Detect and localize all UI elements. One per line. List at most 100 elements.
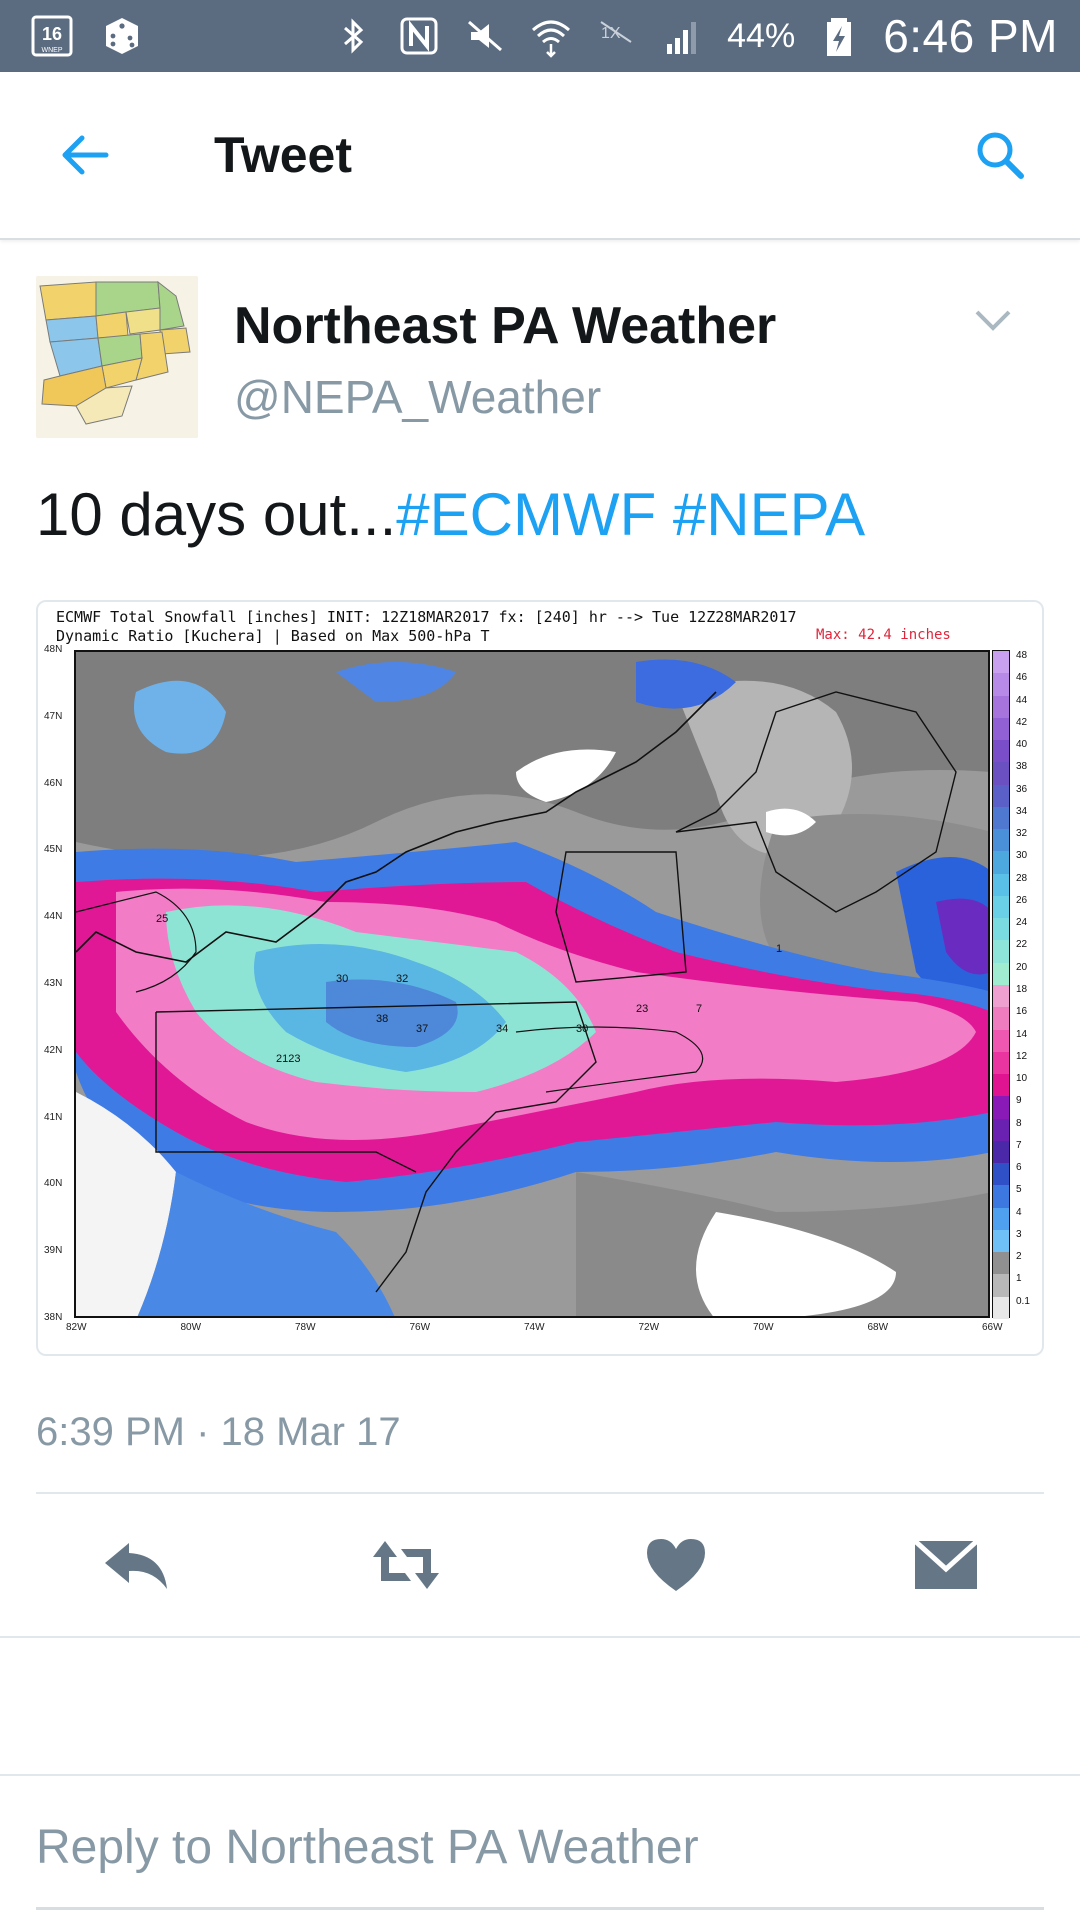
colorbar-label: 14	[1016, 1028, 1028, 1040]
longitude-label: 82W	[66, 1322, 87, 1333]
battery-icon	[817, 14, 861, 58]
nfc-icon	[397, 14, 441, 58]
colorbar-swatch	[993, 1096, 1009, 1120]
colorbar-label: 42	[1016, 716, 1028, 728]
svg-text:30: 30	[576, 1023, 588, 1035]
wnep-app-icon: 16 WNEP	[30, 14, 74, 58]
retweet-icon	[373, 1541, 439, 1589]
colorbar-swatch	[993, 918, 1009, 941]
colorbar-label: 48	[1016, 650, 1028, 661]
colorbar-label: 5	[1016, 1184, 1022, 1196]
colorbar-swatch	[993, 695, 1009, 719]
svg-text:32: 32	[396, 973, 408, 985]
longitude-label: 68W	[867, 1322, 889, 1333]
colorbar-label: 6	[1016, 1162, 1022, 1174]
svg-text:2123: 2123	[276, 1053, 300, 1065]
colorbar-label: 3	[1016, 1228, 1022, 1240]
colorbar-label: 24	[1016, 917, 1028, 929]
hashtag-nepa[interactable]: #NEPA	[673, 481, 865, 548]
colorbar-swatch	[993, 806, 1009, 830]
colorbar-label: 4	[1016, 1206, 1022, 1218]
heart-icon	[647, 1539, 705, 1591]
colorbar-swatch	[993, 829, 1009, 852]
map-max-label: Max: 42.4 inches	[816, 627, 951, 643]
colorbar-swatch	[993, 1051, 1009, 1075]
colorbar-label: 36	[1016, 783, 1028, 795]
colorbar-label: 28	[1016, 872, 1028, 884]
author-name[interactable]: Northeast PA Weather	[234, 296, 776, 356]
longitude-labels: 82W 80W 78W 76W 74W 72W 70W 68W 66W	[58, 1322, 1018, 1340]
colorbar-swatch	[993, 1296, 1009, 1320]
reply-input[interactable]: Reply to Northeast PA Weather	[36, 1820, 1044, 1910]
latitude-label: 45N	[44, 844, 63, 856]
colorbar-swatch	[993, 1229, 1009, 1253]
wifi-icon	[529, 14, 573, 58]
latitude-label: 42N	[44, 1044, 63, 1056]
dice-icon	[100, 14, 144, 58]
tweet-text-plain: 10 days out...	[36, 481, 397, 548]
colorbar-swatch	[993, 985, 1009, 1008]
longitude-label: 72W	[638, 1322, 660, 1333]
status-bar: 16 WNEP 1X 44% 6:46 PM	[0, 0, 1080, 72]
mute-icon	[463, 14, 507, 58]
latitude-label: 48N	[44, 644, 63, 655]
search-button[interactable]	[960, 115, 1040, 195]
like-button[interactable]	[636, 1530, 716, 1600]
colorbar-label: 0.1	[1016, 1295, 1030, 1307]
back-button[interactable]	[40, 110, 130, 200]
envelope-icon	[913, 1539, 979, 1589]
map-title: ECMWF Total Snowfall [inches] INIT: 12Z1…	[56, 608, 797, 646]
colorbar-swatch	[993, 940, 1009, 964]
colorbar-label: 26	[1016, 894, 1028, 906]
reply-button[interactable]	[96, 1530, 176, 1600]
latitude-label: 41N	[44, 1111, 63, 1123]
no-data-icon: 1X	[595, 14, 639, 58]
colorbar-label: 9	[1016, 1095, 1022, 1107]
tweet-timestamp: 6:39 PM · 18 Mar 17	[36, 1410, 401, 1454]
colorbar-swatch	[993, 651, 1009, 674]
colorbar-swatch	[993, 1163, 1009, 1186]
divider	[0, 1636, 1080, 1638]
battery-percent: 44%	[727, 16, 796, 55]
longitude-label: 70W	[753, 1322, 774, 1333]
tweet-media-image[interactable]: ECMWF Total Snowfall [inches] INIT: 12Z1…	[36, 600, 1044, 1356]
author-handle[interactable]: @NEPA_Weather	[234, 370, 601, 424]
direct-message-button[interactable]	[906, 1530, 986, 1600]
clock: 6:46 PM	[883, 10, 1058, 62]
colorbar-swatch	[993, 851, 1009, 875]
search-icon	[977, 132, 1024, 179]
colorbar-label: 22	[1016, 939, 1028, 951]
channel-badge-sub: WNEP	[42, 47, 63, 54]
colorbar-swatch	[993, 873, 1009, 897]
colorbar-label: 10	[1016, 1073, 1028, 1085]
latitude-label: 40N	[44, 1178, 63, 1190]
svg-text:37: 37	[416, 1023, 428, 1035]
colorbar-label: 20	[1016, 961, 1028, 973]
svg-text:38: 38	[376, 1013, 388, 1025]
top-app-bar: Tweet	[0, 72, 1080, 240]
tweet-options-button[interactable]	[966, 300, 1020, 340]
svg-text:34: 34	[496, 1023, 508, 1035]
tweet-actions	[0, 1530, 1080, 1610]
tweet-text: 10 days out...#ECMWF #NEPA	[36, 480, 865, 549]
divider	[36, 1492, 1044, 1494]
snowfall-map: 30 32 38 37 34 2123 30 25 23 7 1	[74, 650, 990, 1318]
svg-text:25: 25	[156, 913, 168, 925]
county-map-avatar	[36, 276, 198, 438]
channel-badge-number: 16	[42, 24, 62, 44]
divider	[0, 1774, 1080, 1776]
reply-placeholder: Reply to Northeast PA Weather	[36, 1821, 699, 1874]
retweet-button[interactable]	[366, 1530, 446, 1600]
colorbar-label: 1	[1016, 1273, 1022, 1285]
longitude-label: 74W	[524, 1322, 545, 1333]
bluetooth-icon	[331, 14, 375, 58]
chevron-down-icon	[975, 310, 1011, 331]
colorbar-label: 38	[1016, 761, 1028, 773]
map-title-line2: Dynamic Ratio [Kuchera] | Based on Max 5…	[56, 627, 490, 645]
colorbar-label: 34	[1016, 805, 1028, 817]
avatar[interactable]	[36, 276, 198, 438]
snowfall-colorbar	[992, 650, 1010, 1320]
colorbar-swatch	[993, 1252, 1009, 1275]
hashtag-ecmwf[interactable]: #ECMWF	[396, 481, 656, 548]
reply-icon	[105, 1543, 167, 1589]
